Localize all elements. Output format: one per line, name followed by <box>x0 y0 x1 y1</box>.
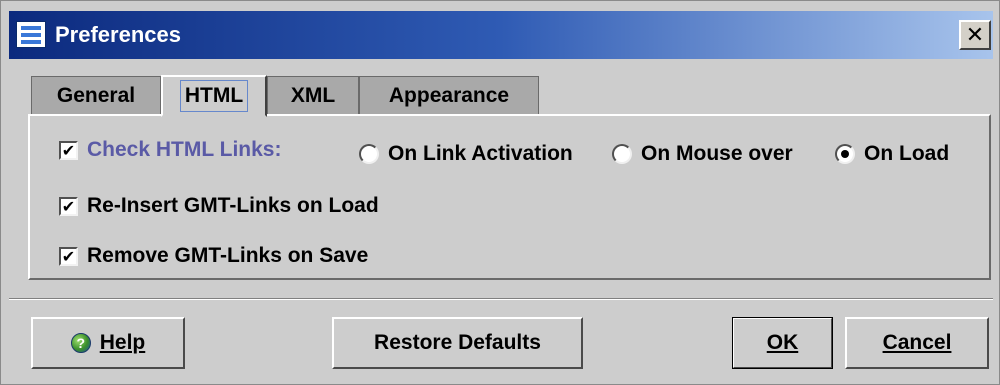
tab-xml-label: XML <box>290 84 336 107</box>
radio-on-mouse-over-label: On Mouse over <box>641 142 793 165</box>
preferences-dialog: Preferences ✕ General HTML XML Appearanc… <box>0 0 1000 385</box>
remove-gmt-links-label: Remove GMT-Links on Save <box>87 244 369 267</box>
radio-button-selected[interactable] <box>835 144 855 164</box>
reinsert-gmt-links-option[interactable]: ✔ Re-Insert GMT-Links on Load <box>59 194 379 218</box>
app-window-icon <box>16 21 46 48</box>
check-html-links-checkbox[interactable]: ✔ <box>59 140 78 160</box>
ok-button-label: OK <box>766 331 799 354</box>
radio-on-load[interactable]: On Load <box>835 142 949 166</box>
reinsert-gmt-links-label: Re-Insert GMT-Links on Load <box>87 194 379 217</box>
tab-general-label: General <box>56 84 136 107</box>
tab-appearance[interactable]: Appearance <box>359 76 539 114</box>
check-html-links-label: Check HTML Links: <box>87 138 282 161</box>
window-title: Preferences <box>55 22 181 47</box>
help-globe-icon: ? <box>70 333 91 353</box>
close-icon: ✕ <box>965 22 985 47</box>
help-button-label: Help <box>99 331 146 354</box>
html-tab-panel: ✔ Check HTML Links: On Link Activation O… <box>28 114 991 280</box>
radio-on-load-label: On Load <box>864 142 950 165</box>
cancel-button[interactable]: Cancel <box>845 317 989 369</box>
help-button[interactable]: ? Help <box>31 317 185 369</box>
radio-button[interactable] <box>359 144 379 164</box>
button-bar-divider <box>9 298 993 300</box>
tab-appearance-label: Appearance <box>388 84 510 107</box>
ok-button[interactable]: OK <box>732 317 833 369</box>
tab-html[interactable]: HTML <box>161 75 267 117</box>
radio-on-mouse-over[interactable]: On Mouse over <box>612 142 793 166</box>
radio-on-link-activation[interactable]: On Link Activation <box>359 142 573 166</box>
tab-general[interactable]: General <box>31 76 161 114</box>
restore-defaults-label: Restore Defaults <box>374 331 541 354</box>
radio-button[interactable] <box>612 144 632 164</box>
tab-html-label: HTML <box>179 80 249 112</box>
cancel-button-label: Cancel <box>882 331 952 354</box>
close-button[interactable]: ✕ <box>959 20 991 50</box>
remove-gmt-links-checkbox[interactable]: ✔ <box>59 246 78 266</box>
reinsert-gmt-links-checkbox[interactable]: ✔ <box>59 196 78 216</box>
title-bar[interactable]: Preferences ✕ <box>9 11 993 59</box>
tab-xml[interactable]: XML <box>267 76 359 114</box>
restore-defaults-button[interactable]: Restore Defaults <box>332 317 583 369</box>
check-html-links-option[interactable]: ✔ Check HTML Links: <box>59 138 281 162</box>
remove-gmt-links-option[interactable]: ✔ Remove GMT-Links on Save <box>59 244 368 268</box>
radio-on-link-activation-label: On Link Activation <box>388 142 573 165</box>
